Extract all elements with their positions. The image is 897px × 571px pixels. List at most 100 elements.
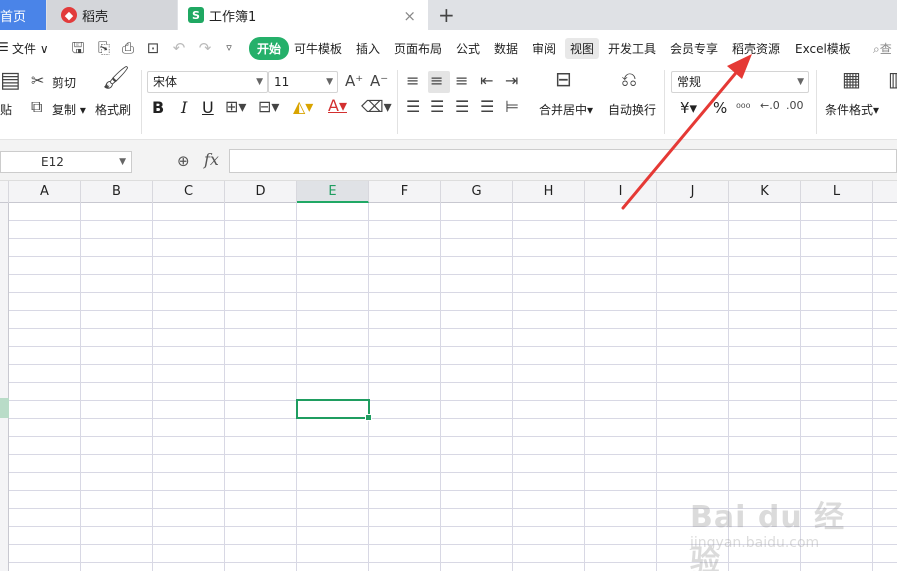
spreadsheet-logo-icon: S [188, 7, 204, 23]
align-bottom-icon[interactable]: ≡ [455, 72, 468, 90]
menu-file[interactable]: 文件 ∨ [12, 40, 49, 57]
paste-button[interactable]: 贴 [0, 101, 12, 118]
conditional-format-icon[interactable]: ▦ [842, 69, 861, 89]
column-header-i[interactable]: I [585, 181, 657, 203]
format-painter-icon[interactable]: 🖌 [102, 68, 130, 90]
increase-decimal-icon[interactable]: ←.0 [760, 97, 780, 115]
decrease-decimal-icon[interactable]: .00 [786, 97, 804, 115]
tab-view[interactable]: 视图 [565, 38, 600, 59]
tab-excel-templates[interactable]: Excel模板 [795, 40, 851, 57]
tab-developer[interactable]: 开发工具 [608, 40, 656, 57]
increase-indent-icon[interactable]: ⇥ [505, 72, 518, 90]
font-name-select[interactable]: 宋体 ▼ [147, 71, 268, 93]
copy-button[interactable]: 复制 ▾ [52, 101, 86, 118]
font-color-icon[interactable]: A▾ [328, 97, 347, 115]
tab-home[interactable]: 首页 [0, 0, 46, 30]
copy-icon[interactable]: ⧉ [31, 98, 42, 116]
cell-reference: E12 [41, 155, 64, 169]
align-left-icon[interactable]: ☰ [406, 98, 420, 116]
align-center-icon[interactable]: ☰ [430, 98, 444, 116]
align-right-icon[interactable]: ☰ [455, 98, 469, 116]
cut-button[interactable]: 剪切 [52, 74, 76, 91]
close-tab-icon[interactable]: × [403, 7, 416, 25]
column-header-k[interactable]: K [729, 181, 801, 203]
select-all-corner[interactable] [0, 181, 9, 203]
cell-style-icon[interactable]: ⊟▾ [258, 98, 279, 116]
fill-color-icon[interactable]: ◭▾ [293, 98, 313, 116]
align-top-icon[interactable]: ≡ [406, 72, 419, 90]
tab-keniu-template[interactable]: 可牛模板 [294, 40, 342, 57]
table-style-icon[interactable]: ▥ [888, 69, 897, 89]
decrease-indent-icon[interactable]: ⇤ [480, 72, 493, 90]
formula-input[interactable] [229, 149, 897, 173]
tab-workbook-label: 工作簿1 [209, 9, 257, 25]
tab-doke[interactable]: ◆ 稻壳 [47, 0, 177, 30]
tab-workbook[interactable]: S 工作簿1 × [178, 0, 428, 30]
ribbon-divider [141, 70, 142, 134]
wrap-text-button[interactable]: 自动换行 [608, 101, 656, 118]
column-header-f[interactable]: F [369, 181, 441, 203]
underline-button[interactable]: U [202, 98, 214, 117]
increase-font-icon[interactable]: A⁺ [345, 72, 363, 90]
number-format-value: 常规 [677, 75, 702, 89]
tab-page-layout[interactable]: 页面布局 [394, 40, 442, 57]
paste-icon[interactable]: ▤ [0, 70, 21, 92]
active-cell[interactable] [296, 399, 372, 421]
undo-icon[interactable]: ↶ [170, 39, 188, 57]
column-header-g[interactable]: G [441, 181, 513, 203]
watermark-brand: Bai du 经验 [690, 500, 846, 571]
currency-button[interactable]: ¥▾ [680, 99, 697, 117]
column-header-h[interactable]: H [513, 181, 585, 203]
column-header-a[interactable]: A [9, 181, 81, 203]
print-icon[interactable]: ⎙ [119, 39, 137, 57]
function-icon[interactable]: fx [204, 150, 219, 169]
align-middle-icon[interactable]: ≡ [430, 72, 443, 90]
wrap-text-icon[interactable]: ⎌ [621, 69, 637, 89]
column-header-c[interactable]: C [153, 181, 225, 203]
doke-logo-icon: ◆ [61, 7, 77, 23]
menu-row: ☰ 文件 ∨ 🖫 ⎘ ⎙ ⊡ ↶ ↷ ▿ 开始 可牛模板 插入 页面布局 公式 … [0, 30, 897, 66]
tab-member[interactable]: 会员专享 [670, 40, 718, 57]
eraser-icon[interactable]: ⌫▾ [361, 98, 392, 116]
bold-button[interactable]: B [152, 98, 164, 117]
thousands-separator-icon[interactable]: ⁰⁰⁰ [736, 99, 750, 117]
column-header-d[interactable]: D [225, 181, 297, 203]
tab-insert[interactable]: 插入 [356, 40, 380, 57]
tab-start[interactable]: 开始 [249, 37, 290, 60]
borders-icon[interactable]: ⊞▾ [225, 98, 246, 116]
quick-access-dropdown-icon[interactable]: ▿ [220, 39, 238, 57]
conditional-format-button[interactable]: 条件格式▾ [825, 101, 879, 118]
format-painter-button[interactable]: 格式刷 [95, 101, 131, 118]
add-tab-icon[interactable]: + [438, 3, 455, 27]
hamburger-icon[interactable]: ☰ [0, 40, 9, 54]
name-box[interactable]: E12 ▼ [0, 151, 132, 173]
row-header-strip[interactable] [0, 203, 9, 571]
italic-button[interactable]: I [181, 98, 187, 117]
tab-doke-resources[interactable]: 稻壳资源 [732, 40, 780, 57]
scissors-icon[interactable]: ✂ [31, 72, 44, 90]
tab-review[interactable]: 审阅 [532, 40, 556, 57]
percent-button[interactable]: % [713, 99, 727, 117]
chevron-down-icon: ▼ [326, 77, 333, 87]
search-icon[interactable]: ⌕查 [873, 40, 892, 57]
zoom-icon[interactable]: ⊕ [177, 152, 190, 170]
conditional-format-label: 条件格式 [825, 103, 874, 117]
column-header-b[interactable]: B [81, 181, 153, 203]
merge-center-button[interactable]: 合并居中▾ [539, 101, 593, 118]
print-preview-icon[interactable]: ⊡ [144, 39, 162, 57]
merge-center-icon[interactable]: ⊟ [555, 69, 572, 89]
justify-icon[interactable]: ☰ [480, 98, 494, 116]
tab-data[interactable]: 数据 [494, 40, 518, 57]
redo-icon[interactable]: ↷ [196, 39, 214, 57]
distributed-icon[interactable]: ⊨ [505, 98, 519, 116]
column-header-e[interactable]: E [297, 181, 369, 203]
column-header-j[interactable]: J [657, 181, 729, 203]
watermark-url: jingyan.baidu.com [690, 535, 820, 551]
tab-formulas[interactable]: 公式 [456, 40, 480, 57]
save-icon[interactable]: 🖫 [69, 39, 87, 57]
number-format-select[interactable]: 常规 ▼ [671, 71, 809, 93]
export-pdf-icon[interactable]: ⎘ [95, 39, 113, 57]
decrease-font-icon[interactable]: A⁻ [370, 72, 388, 90]
font-size-select[interactable]: 11 ▼ [268, 71, 338, 93]
column-header-l[interactable]: L [801, 181, 873, 203]
